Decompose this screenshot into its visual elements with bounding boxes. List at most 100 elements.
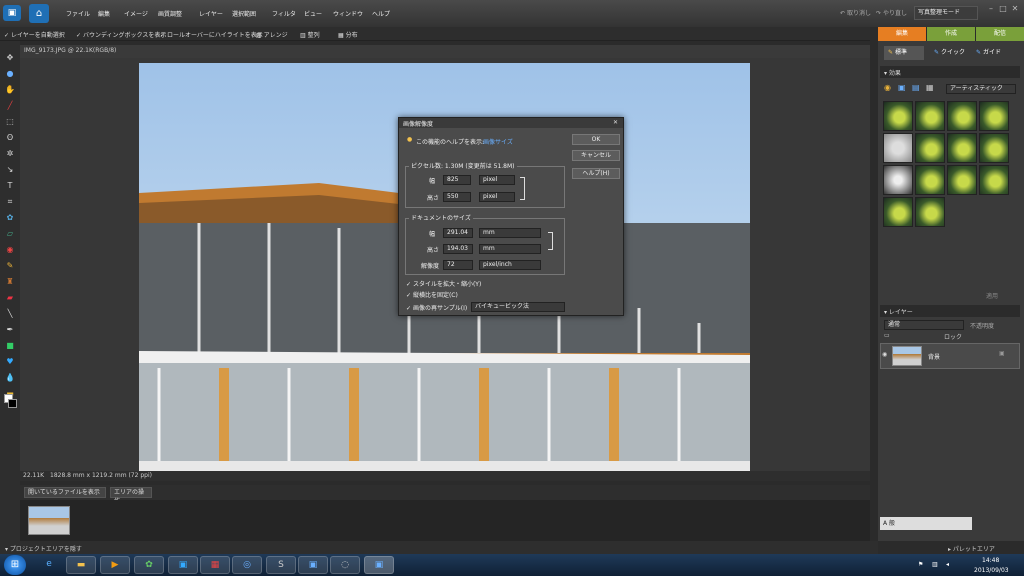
eye-icon[interactable]: ◉ — [882, 351, 887, 358]
arrange-button[interactable]: ▤ アレンジ — [256, 30, 288, 39]
scale-styles-checkbox[interactable]: ✓ スタイルを拡大・縮小(Y) — [406, 279, 481, 288]
organizer-mode-button[interactable]: 写真整理モード — [914, 6, 978, 20]
effect-thumb[interactable] — [915, 133, 945, 163]
media-player-icon[interactable]: ▶ — [100, 556, 130, 574]
brush-tool-icon[interactable]: ╲ — [4, 308, 16, 319]
new-layer-icon[interactable]: ▭ — [884, 332, 890, 339]
marquee-tool-icon[interactable]: ⬚ — [4, 116, 16, 127]
effect-thumb[interactable] — [947, 101, 977, 131]
selection-brush-icon[interactable]: ↘ — [4, 164, 16, 175]
help-link[interactable]: 画像サイズ — [483, 137, 513, 146]
start-button[interactable]: ⊞ — [4, 555, 26, 575]
effect-thumb[interactable] — [915, 101, 945, 131]
effect-thumb[interactable] — [979, 133, 1009, 163]
menu-image[interactable]: イメージ — [124, 9, 148, 18]
blend-mode-select[interactable]: 通常 — [884, 320, 964, 330]
effects-category-select[interactable]: アーティスティック — [946, 84, 1016, 94]
effect-thumb[interactable] — [883, 101, 913, 131]
align-button[interactable]: ▥ 整列 — [300, 30, 320, 39]
doc-height-unit-select[interactable]: mm — [479, 244, 541, 254]
show-open-files-select[interactable]: 開いているファイルを表示 — [24, 487, 106, 498]
doc-height-input[interactable]: 194.03 — [443, 244, 473, 254]
eyedropper-tool-icon[interactable]: ╱ — [4, 100, 16, 111]
cookie-cutter-icon[interactable]: ✿ — [4, 212, 16, 223]
explorer-icon[interactable]: ▬ — [66, 556, 96, 574]
palette-area-button[interactable]: ▸ パレットエリア — [948, 544, 995, 553]
red-eye-tool-icon[interactable]: ◉ — [4, 244, 16, 255]
rollover-checkbox[interactable]: ✓ ロールオーバーにハイライトを表示 — [160, 30, 263, 39]
clock-date[interactable]: 2013/09/03 — [974, 567, 1009, 574]
ime-toolbar[interactable]: A 般 — [880, 517, 972, 530]
help-button[interactable]: ヘルプ(H) — [572, 168, 620, 179]
s-app-icon[interactable]: S — [266, 556, 296, 574]
photo-effects-icon[interactable]: ▤ — [912, 83, 920, 92]
cancel-button[interactable]: キャンセル — [572, 150, 620, 161]
magic-wand-tool-icon[interactable]: ✲ — [4, 148, 16, 159]
smart-brush-icon[interactable]: ✒ — [4, 324, 16, 335]
zoom-tool-icon[interactable]: ● — [4, 68, 16, 79]
constrain-checkbox[interactable]: ✓ 縦横比を固定(C) — [406, 290, 458, 299]
effect-thumb[interactable] — [915, 165, 945, 195]
bin-action-select[interactable]: エリアの操作 — [110, 487, 152, 505]
effect-thumb[interactable] — [883, 165, 913, 195]
effect-thumb[interactable] — [979, 165, 1009, 195]
straighten-tool-icon[interactable]: ▱ — [4, 228, 16, 239]
menu-help[interactable]: ヘルプ — [372, 9, 390, 18]
tab-create[interactable]: 作成 — [927, 27, 975, 41]
photoshop-elements-icon[interactable]: ▣ — [298, 556, 328, 574]
app-icon-taskbar[interactable]: ✿ — [134, 556, 164, 574]
resample-checkbox[interactable]: ✓ 画像の再サンプル(I) — [406, 303, 467, 312]
itunes-icon[interactable]: ◎ — [232, 556, 262, 574]
dialog-close-icon[interactable]: ✕ — [613, 119, 618, 126]
lasso-tool-icon[interactable]: ʘ — [4, 132, 16, 143]
effect-thumb[interactable] — [947, 133, 977, 163]
effects-panel-header[interactable]: ▾ 効果 — [880, 66, 1020, 78]
ie-icon[interactable]: e — [34, 556, 64, 574]
crop-tool-icon[interactable]: ⌗ — [4, 196, 16, 207]
move-tool-icon[interactable]: ✥ — [4, 52, 16, 63]
clone-stamp-icon[interactable]: ♜ — [4, 276, 16, 287]
type-tool-icon[interactable]: T — [4, 180, 16, 191]
clock-time[interactable]: 14:48 — [982, 557, 999, 564]
search-app-icon[interactable]: ◌ — [330, 556, 360, 574]
bin-thumbnail[interactable] — [28, 506, 70, 535]
doc-width-input[interactable]: 291.04 — [443, 228, 473, 238]
bounding-box-checkbox[interactable]: ✓ バウンディングボックスを表示 — [76, 30, 166, 39]
monitor-icon[interactable]: ▣ — [168, 556, 198, 574]
width-px-input[interactable]: 825 — [443, 175, 471, 185]
photoshop-editor-icon[interactable]: ▣ — [364, 556, 394, 574]
hide-project-toggle[interactable]: ▾ プロジェクトエリアを隠す — [5, 544, 82, 553]
hand-tool-icon[interactable]: ✋ — [4, 84, 16, 95]
resolution-unit-select[interactable]: pixel/inch — [479, 260, 541, 270]
ok-button[interactable]: OK — [572, 134, 620, 145]
effect-thumb[interactable] — [883, 197, 913, 227]
height-unit-select[interactable]: pixel — [479, 192, 515, 202]
undo-button[interactable]: ↶ 取り消し — [840, 8, 871, 17]
all-effects-icon[interactable]: ▦ — [926, 83, 934, 92]
home-icon[interactable]: ⌂ — [29, 4, 49, 23]
menu-view[interactable]: ビュー — [304, 9, 322, 18]
effect-thumb[interactable] — [883, 133, 913, 163]
menu-filter[interactable]: フィルタ — [272, 9, 296, 18]
gradient-tool-icon[interactable]: ■ — [4, 340, 16, 351]
doc-width-unit-select[interactable]: mm — [479, 228, 541, 238]
filters-icon[interactable]: ◉ — [884, 83, 891, 92]
shape-tool-icon[interactable]: ♥ — [4, 356, 16, 367]
blur-tool-icon[interactable]: 💧 — [4, 372, 16, 383]
tab-guide[interactable]: ✎ ガイド — [976, 46, 1001, 60]
tab-share[interactable]: 配信 — [976, 27, 1024, 41]
gift-icon[interactable]: ▦ — [200, 556, 230, 574]
tab-quick[interactable]: ✎ クイック — [934, 46, 965, 60]
tab-edit[interactable]: 編集 — [878, 27, 926, 41]
menu-enhance[interactable]: 画質調整 — [158, 9, 182, 18]
document-tab[interactable]: IMG_9173.JPG @ 22.1K(RGB/8) — [20, 45, 870, 58]
redo-button[interactable]: ↷ やり直し — [876, 8, 907, 17]
height-px-input[interactable]: 550 — [443, 192, 471, 202]
close-icon[interactable]: ✕ — [1008, 4, 1022, 16]
eraser-tool-icon[interactable]: ▰ — [4, 292, 16, 303]
apply-effect-button[interactable]: 適用 — [986, 291, 998, 300]
layer-styles-icon[interactable]: ▣ — [898, 83, 906, 92]
tray-volume-icon[interactable]: ◂ — [946, 561, 949, 568]
effect-thumb[interactable] — [947, 165, 977, 195]
background-color-swatch[interactable] — [8, 399, 17, 408]
